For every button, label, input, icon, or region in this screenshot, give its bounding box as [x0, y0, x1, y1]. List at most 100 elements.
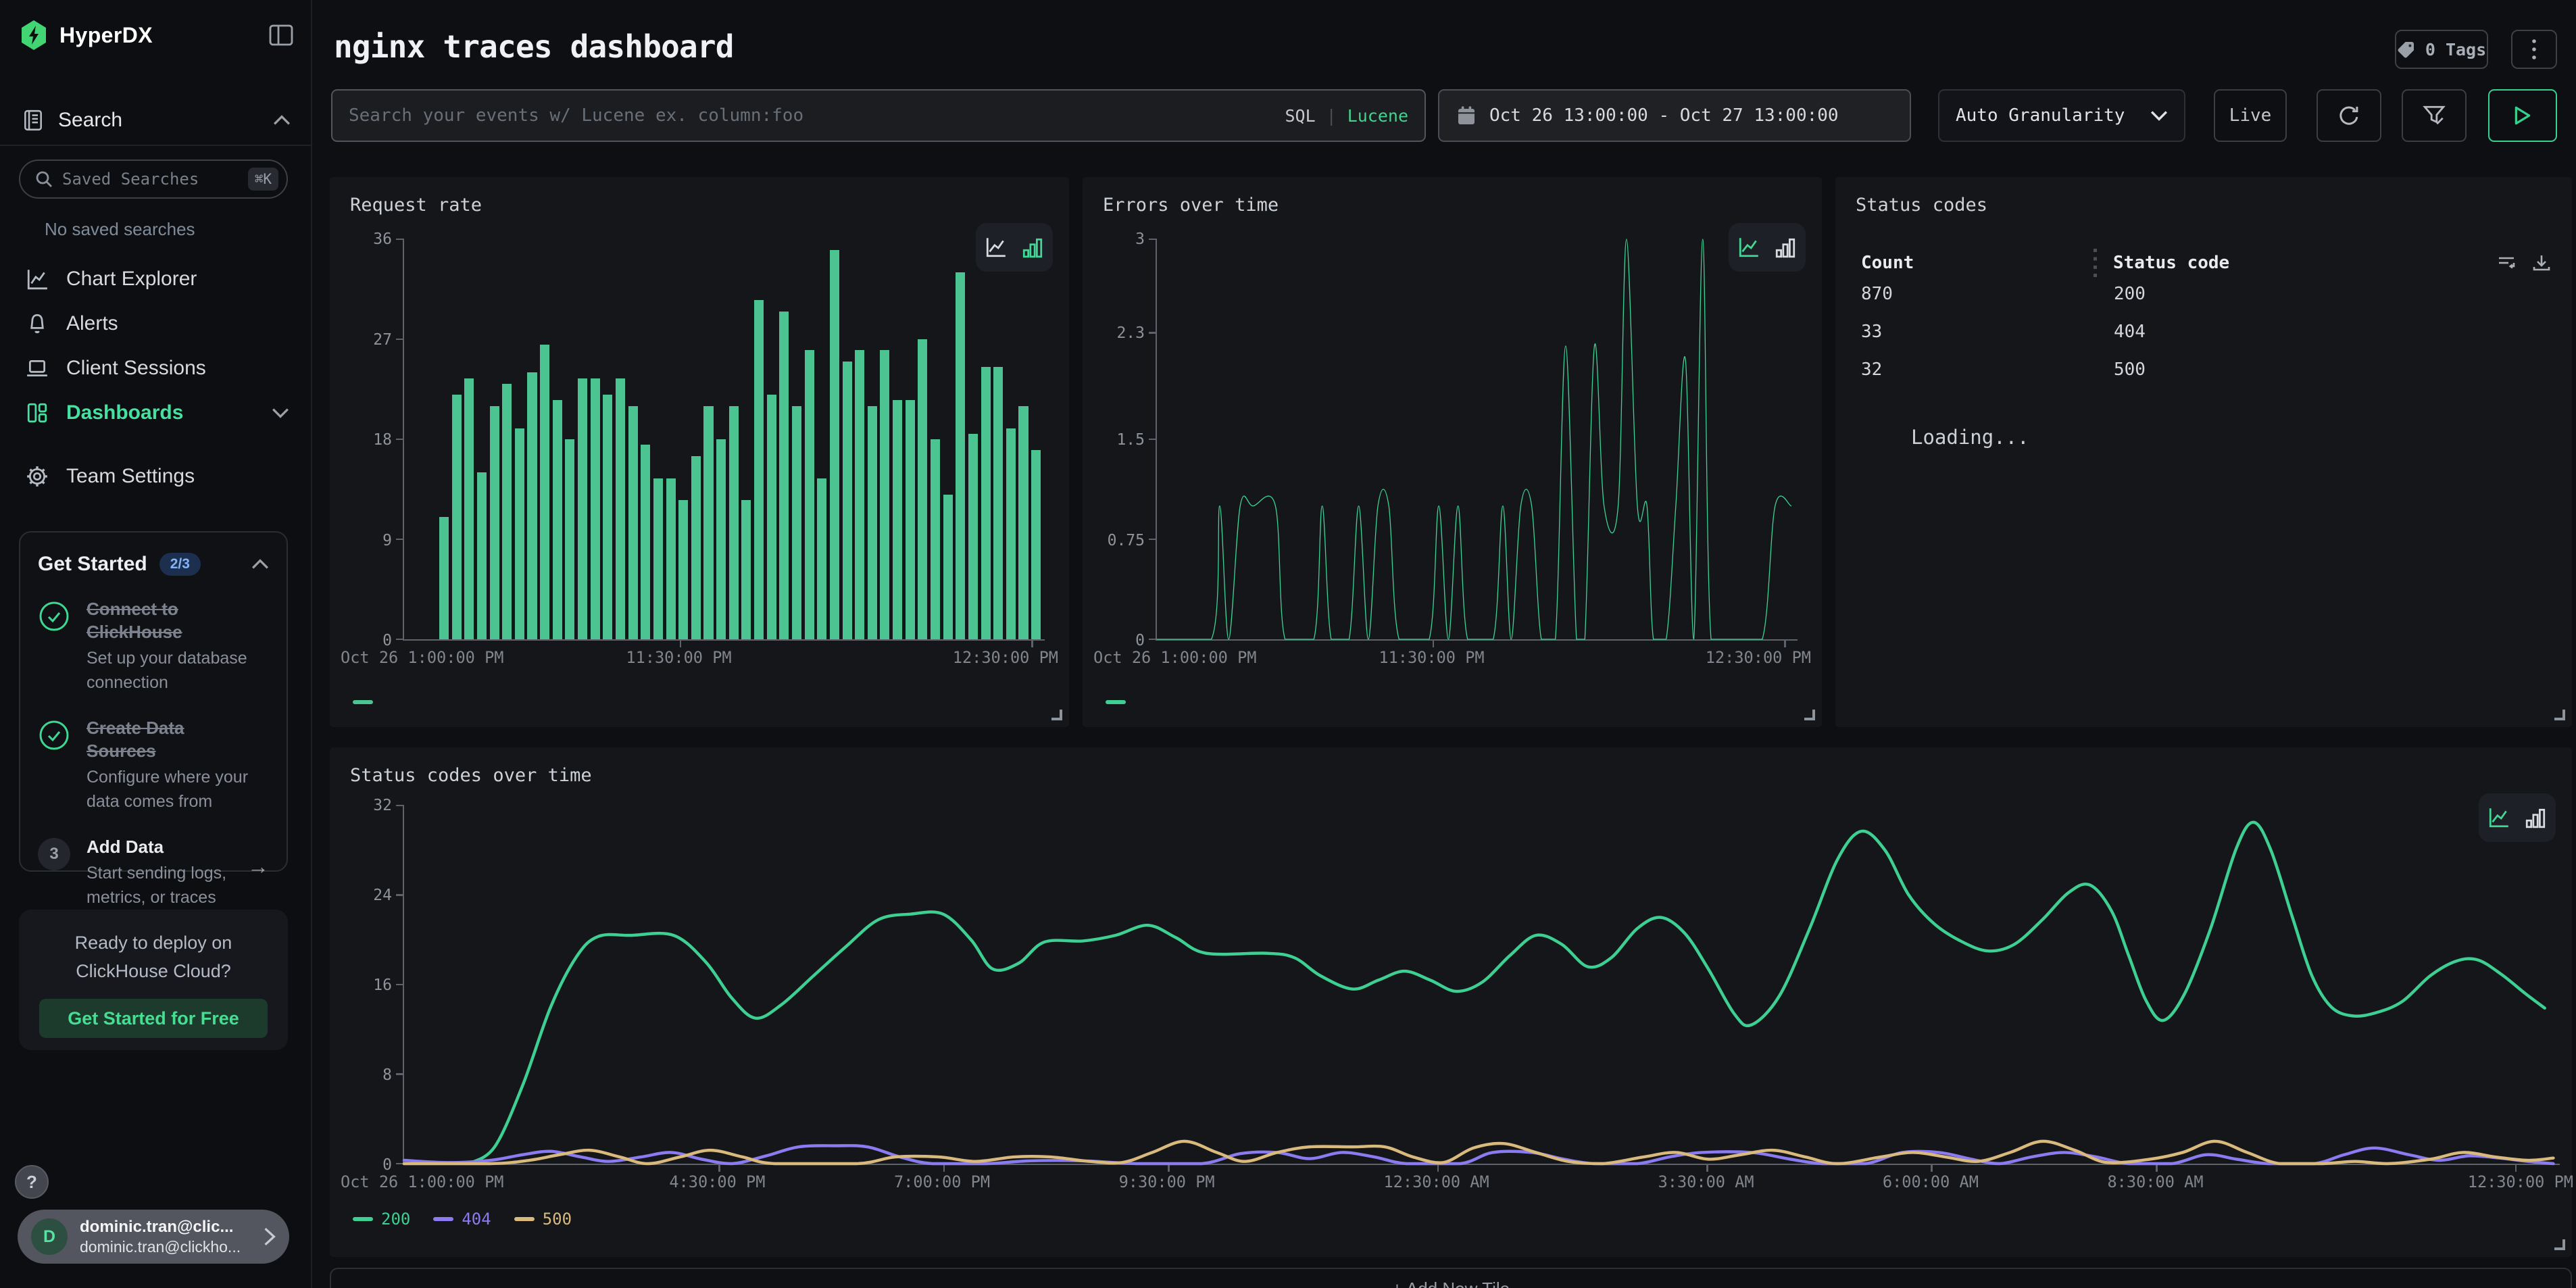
line-series	[1157, 239, 1798, 639]
y-axis: 36271890	[343, 239, 403, 641]
bar	[716, 439, 726, 639]
sidebar-item-dashboards[interactable]: Dashboards	[0, 391, 311, 435]
sidebar: HyperDX Search ⌘K No saved searches	[0, 0, 312, 1288]
add-new-tile-label: + Add New Tile	[1392, 1279, 1510, 1288]
x-tick-label: 11:30:00 PM	[626, 648, 731, 667]
help-button[interactable]: ?	[15, 1165, 49, 1199]
column-resize-handle[interactable]	[2094, 249, 2097, 277]
nav-label: Dashboards	[66, 401, 254, 424]
bar	[591, 378, 600, 639]
bar	[830, 250, 839, 639]
tags-button[interactable]: 0 Tags	[2395, 30, 2488, 69]
y-tick-mark	[396, 639, 404, 641]
plot-area	[1156, 239, 1798, 641]
bar	[666, 478, 676, 639]
get-started-free-button[interactable]: Get Started for Free	[39, 999, 268, 1038]
line-chart-toggle-icon[interactable]	[1737, 236, 1760, 259]
user-menu[interactable]: D dominic.tran@clic... dominic.tran@clic…	[18, 1210, 289, 1264]
y-tick-label: 27	[373, 331, 392, 349]
legend-dash	[514, 1217, 535, 1221]
x-tick-label: 3:30:00 AM	[1658, 1172, 1754, 1191]
run-query-button[interactable]	[2488, 89, 2557, 142]
x-tick-label: Oct 26 1:00:00 PM	[341, 1172, 503, 1191]
dashboard-menu-button[interactable]	[2511, 30, 2557, 69]
time-range-picker[interactable]: Oct 26 13:00:00 - Oct 27 13:00:00	[1438, 89, 1911, 142]
table-options-icon[interactable]	[2496, 253, 2517, 273]
bar-chart-toggle-icon[interactable]	[2524, 806, 2547, 829]
cell-count: 870	[1861, 284, 2114, 304]
get-started-step-add-data[interactable]: 3 Add Data Start sending logs, metrics, …	[38, 835, 269, 910]
tile-resize-handle[interactable]	[2554, 1239, 2565, 1250]
filter-button[interactable]	[2402, 89, 2467, 142]
bar	[565, 439, 574, 639]
refresh-button[interactable]	[2317, 89, 2381, 142]
gear-icon	[26, 465, 49, 488]
bar	[578, 378, 587, 639]
x-axis: Oct 26 1:00:00 PM11:30:00 PM12:30:00 PM	[403, 641, 1045, 670]
line-chart-toggle-icon[interactable]	[2487, 806, 2510, 829]
x-tick-label: Oct 26 1:00:00 PM	[1093, 648, 1256, 667]
avatar: D	[31, 1218, 68, 1255]
column-header-status-code[interactable]: Status code	[2113, 253, 2229, 273]
chevron-up-icon[interactable]	[251, 559, 269, 570]
sidebar-item-alerts[interactable]: Alerts	[0, 301, 311, 346]
cell-count: 32	[1861, 360, 2114, 380]
bar-chart-toggle-icon[interactable]	[1774, 236, 1797, 259]
no-saved-searches-text: No saved searches	[45, 219, 195, 240]
event-search-input[interactable]	[349, 105, 1271, 126]
get-started-title: Get Started	[38, 553, 147, 576]
x-tick-label: 8:30:00 AM	[2107, 1172, 2203, 1191]
tile-title: Errors over time	[1103, 195, 1279, 216]
tile-resize-handle[interactable]	[1051, 710, 1062, 720]
tile-resize-handle[interactable]	[1804, 710, 1815, 720]
sql-toggle[interactable]: SQL	[1285, 106, 1315, 126]
plot-area	[403, 806, 2560, 1165]
legend-entry[interactable]: 404	[433, 1210, 491, 1229]
sidebar-item-team-settings[interactable]: Team Settings	[0, 454, 311, 499]
chart-type-toggle	[1729, 223, 1806, 272]
legend-label: 200	[381, 1210, 410, 1229]
legend-entry[interactable]	[1106, 700, 1126, 704]
bar	[993, 367, 1003, 639]
laptop-icon	[26, 357, 49, 380]
bar	[1006, 428, 1016, 639]
granularity-select[interactable]: Auto Granularity	[1938, 89, 2185, 142]
hyperdx-logo-icon	[20, 20, 47, 50]
x-tick-label: 7:00:00 PM	[894, 1172, 990, 1191]
legend-entry[interactable]: 200	[353, 1210, 410, 1229]
x-tick-label: 12:30:00 PM	[2468, 1172, 2573, 1191]
table-row[interactable]: 32 500	[1861, 360, 2552, 380]
user-name: dominic.tran@clic...	[80, 1217, 241, 1237]
get-started-step-connect[interactable]: Connect to ClickHouse Set up your databa…	[38, 597, 269, 695]
bar	[703, 406, 713, 639]
y-tick-label: 16	[373, 976, 392, 994]
nav-label: Client Sessions	[66, 357, 289, 380]
step-desc: Start sending logs, metrics, or traces	[86, 861, 231, 910]
column-header-count[interactable]: Count	[1861, 253, 2094, 273]
legend-entry[interactable]	[353, 700, 373, 704]
y-tick-mark	[396, 1073, 404, 1075]
table-row[interactable]: 33 404	[1861, 322, 2552, 342]
saved-searches-input[interactable]	[62, 170, 239, 189]
lucene-toggle[interactable]: Lucene	[1347, 106, 1408, 126]
download-icon[interactable]	[2531, 253, 2552, 273]
bar-chart-toggle-icon[interactable]	[1021, 236, 1044, 259]
add-new-tile-button[interactable]: + Add New Tile	[330, 1268, 2572, 1288]
line-chart-toggle-icon[interactable]	[985, 236, 1008, 259]
y-tick-mark	[396, 894, 404, 896]
bar	[490, 406, 499, 639]
bar	[868, 406, 877, 639]
arrow-right-icon: →	[247, 854, 269, 879]
live-button[interactable]: Live	[2214, 89, 2287, 142]
sidebar-collapse-button[interactable]	[269, 24, 293, 46]
get-started-step-sources[interactable]: Create Data Sources Configure where your…	[38, 716, 269, 814]
toolbar: SQL | Lucene Oct 26 13:00:00 - Oct 27 13…	[312, 89, 2576, 142]
bar	[968, 434, 978, 639]
sidebar-item-chart-explorer[interactable]: Chart Explorer	[0, 257, 311, 301]
table-row[interactable]: 870 200	[1861, 284, 2552, 304]
sidebar-section-search[interactable]: Search	[22, 100, 291, 141]
tile-resize-handle[interactable]	[2554, 710, 2565, 720]
sidebar-item-client-sessions[interactable]: Client Sessions	[0, 346, 311, 391]
legend-entry[interactable]: 500	[514, 1210, 572, 1229]
saved-searches-box[interactable]: ⌘K	[19, 159, 288, 199]
